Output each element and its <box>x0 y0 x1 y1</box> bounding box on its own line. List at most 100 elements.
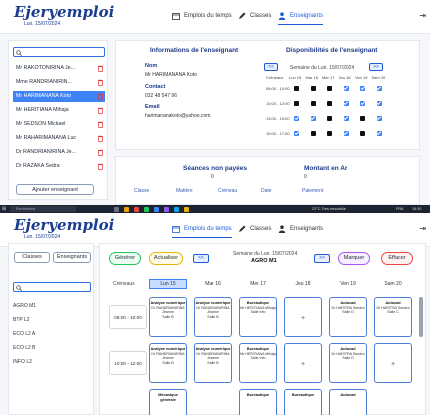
nav-schedule[interactable]: Emplois du temps <box>172 10 232 22</box>
availability-checkbox-unchecked[interactable] <box>294 100 299 106</box>
taskbar-lang[interactable]: FRA <box>396 207 404 211</box>
schedule-cell[interactable]: Bureautique Mr HERITIANA Mihaja Salle Info <box>239 343 277 383</box>
taskbar-weather[interactable]: 22°C Très ensoleillé <box>312 207 346 211</box>
add-teacher-button[interactable]: Ajouter enseignant <box>16 184 94 195</box>
taskbar-time[interactable]: 15:30 <box>412 207 422 211</box>
schedule-next-button[interactable]: >> <box>314 254 330 263</box>
class-list-item[interactable]: BTP L2 <box>13 317 93 323</box>
schedule-scrollbar[interactable] <box>419 297 423 337</box>
schedule-day-tab[interactable]: Mar 16 <box>194 279 232 289</box>
logout-icon[interactable]: ⇥ <box>419 224 426 233</box>
schedule-day-tab[interactable]: Sam 20 <box>374 279 412 289</box>
generate-button[interactable]: Générer <box>109 252 141 265</box>
schedule-cell[interactable]: Autocad Dr HARITRA Sendra Salle D <box>329 297 367 337</box>
schedule-cell-empty[interactable]: + <box>284 343 322 383</box>
availability-checkbox-unchecked[interactable] <box>310 130 316 136</box>
trash-icon[interactable] <box>98 93 103 100</box>
refresh-button[interactable]: Actualiser <box>149 252 183 265</box>
trash-icon[interactable] <box>98 107 103 114</box>
schedule-day-tab[interactable]: Mer 17 <box>239 279 277 289</box>
schedule-cell-empty[interactable]: + <box>284 297 322 337</box>
schedule-cell-partial[interactable]: Bureautique <box>239 389 277 415</box>
teacher-row[interactable]: Mr HARIMANANA Koto <box>13 91 105 102</box>
windows-start-icon[interactable]: ⊞ <box>2 206 6 212</box>
availability-checkbox-unchecked[interactable] <box>310 100 316 106</box>
availability-checkbox-unchecked[interactable] <box>327 130 332 136</box>
trash-icon[interactable] <box>98 149 103 156</box>
schedule-day-tab[interactable]: Jeu 18 <box>284 279 322 289</box>
trash-icon[interactable] <box>98 135 103 142</box>
availability-checkbox-checked[interactable] <box>343 85 349 91</box>
availability-checkbox-checked[interactable] <box>343 100 349 106</box>
teacher-row[interactable]: Mr SEDSON Mickael <box>13 119 105 130</box>
schedule-cell-empty[interactable]: + <box>374 343 412 383</box>
teacher-row[interactable]: Dr RANDRIANIRINA Je... <box>13 147 105 158</box>
availability-checkbox-checked[interactable] <box>294 115 299 121</box>
app-icon-red[interactable] <box>134 206 139 212</box>
schedule-cell[interactable]: Analyse numérique Dr RANDRIANIRINA Jeanne… <box>194 297 232 337</box>
logout-icon[interactable]: ⇥ <box>419 11 426 20</box>
schedule-cell[interactable]: Bureautique Mr HERITIANA Mihaja Salle Info <box>239 297 277 337</box>
availability-checkbox-checked[interactable] <box>376 100 382 106</box>
mark-button[interactable]: Marquer <box>338 252 370 265</box>
nav-classes-2[interactable]: Classes <box>238 223 271 235</box>
filter-teachers-button[interactable]: Enseignants <box>53 252 91 263</box>
availability-checkbox-checked[interactable] <box>376 85 382 91</box>
nav-schedule-2[interactable]: Emplois du temps <box>172 223 232 238</box>
app-icon-yellow[interactable] <box>184 206 189 212</box>
class-list-item[interactable]: INFO L2 <box>13 359 93 365</box>
schedule-day-tab[interactable]: Lun 15 <box>149 279 187 289</box>
schedule-cell[interactable]: Autocad Dr HARITRA Sendra Salle D <box>329 343 367 383</box>
trash-icon[interactable] <box>98 65 103 72</box>
schedule-cell-partial[interactable]: Mécanique générale <box>149 389 187 415</box>
availability-checkbox-checked[interactable] <box>343 115 349 121</box>
availability-checkbox-unchecked[interactable] <box>294 85 299 91</box>
teacher-row[interactable]: Mme RANDRIANIRIN... <box>13 77 105 88</box>
availability-checkbox-checked[interactable] <box>360 100 365 106</box>
clear-button[interactable]: Effacer <box>381 252 413 265</box>
teacher-row[interactable]: Mr RAHARIMANANA Luc <box>13 133 105 144</box>
class-list-item[interactable]: AGRO M1 <box>13 303 93 309</box>
app-icon-green[interactable] <box>144 206 149 212</box>
schedule-cell[interactable]: Analyse numérique Dr RANDRIANIRINA Jeanne… <box>149 343 187 383</box>
explorer-icon[interactable] <box>124 206 129 212</box>
availability-checkbox-checked[interactable] <box>310 115 316 121</box>
availability-prev-button[interactable]: << <box>264 63 278 71</box>
app-icon-purple[interactable] <box>164 206 169 212</box>
class-search-input[interactable] <box>13 282 91 292</box>
app-icon-blue[interactable] <box>154 206 159 212</box>
availability-checkbox-unchecked[interactable] <box>327 100 332 106</box>
schedule-cell[interactable]: Analyse numérique Dr RANDRIANIRINA Jeanne… <box>149 297 187 337</box>
availability-checkbox-unchecked[interactable] <box>327 85 332 91</box>
app-icon-cyan[interactable] <box>174 206 179 212</box>
availability-checkbox-checked[interactable] <box>360 85 365 91</box>
availability-checkbox-checked[interactable] <box>376 130 382 136</box>
availability-checkbox-unchecked[interactable] <box>310 85 316 91</box>
schedule-cell[interactable]: Autocad Dr HARITRA Sendra Salle C <box>374 297 412 337</box>
availability-checkbox-checked[interactable] <box>294 130 299 136</box>
schedule-cell-partial[interactable]: Autocad <box>329 389 367 415</box>
nav-classes[interactable]: Classes <box>238 10 271 22</box>
availability-checkbox-unchecked[interactable] <box>360 130 365 136</box>
filter-classes-button[interactable]: Classes <box>14 252 50 263</box>
nav-teachers[interactable]: Enseignants <box>278 10 324 25</box>
availability-checkbox-checked[interactable] <box>376 115 382 121</box>
teacher-search-input[interactable] <box>13 47 105 57</box>
teacher-row[interactable]: Mr HERITIANA Mihaja <box>13 105 105 116</box>
schedule-day-tab[interactable]: Ven 19 <box>329 279 367 289</box>
class-list-item[interactable]: ECO L2 B <box>13 345 93 351</box>
nav-teachers-2[interactable]: Enseignants <box>278 223 323 235</box>
availability-checkbox-unchecked[interactable] <box>360 115 365 121</box>
taskbar-search[interactable]: Rechercher <box>10 206 76 212</box>
taskview-icon[interactable] <box>114 206 119 212</box>
teacher-row[interactable]: Dr RAZAKA Sedra <box>13 161 105 172</box>
teacher-row[interactable]: Mr RAKOTONIRINA Je... <box>13 63 105 74</box>
trash-icon[interactable] <box>98 163 103 170</box>
schedule-cell-partial[interactable]: Bureautique <box>284 389 322 415</box>
trash-icon[interactable] <box>98 121 103 128</box>
availability-checkbox-unchecked[interactable] <box>327 115 332 121</box>
schedule-cell[interactable]: Analyse numérique Dr RANDRIANIRINA Jeanne… <box>194 343 232 383</box>
trash-icon[interactable] <box>98 79 103 86</box>
availability-checkbox-checked[interactable] <box>343 130 349 136</box>
schedule-prev-button[interactable]: << <box>193 254 209 263</box>
